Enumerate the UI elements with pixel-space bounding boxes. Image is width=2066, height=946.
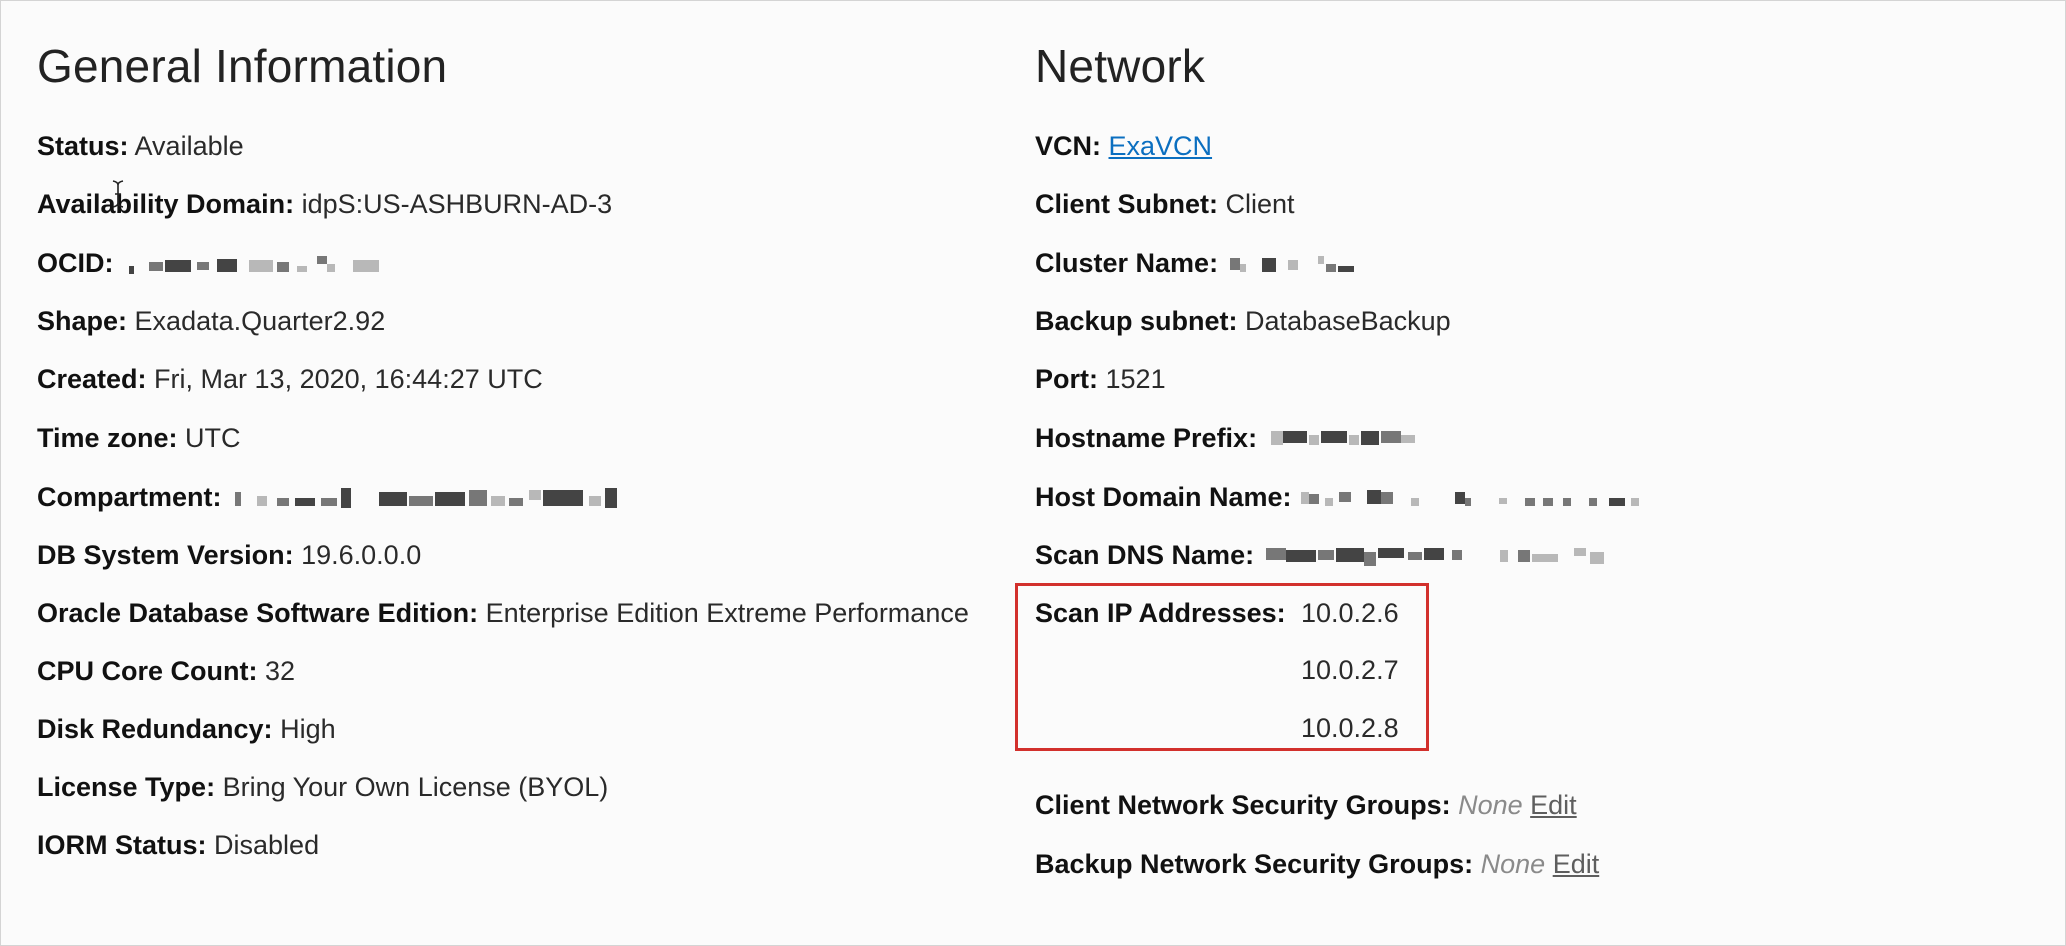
backup-nsg-label: Backup Network Security Groups: (1035, 849, 1474, 879)
iorm-status-label: IORM Status: (37, 830, 207, 860)
software-edition-value: Enterprise Edition Extreme Performance (485, 598, 969, 628)
time-zone-row: Time zone: UTC (37, 421, 241, 455)
scan-dns-name-redacted-value (1262, 546, 1762, 568)
license-type-label: License Type: (37, 772, 216, 802)
software-edition-label: Oracle Database Software Edition: (37, 598, 479, 628)
created-row: Created: Fri, Mar 13, 2020, 16:44:27 UTC (37, 362, 543, 396)
ocid-label: OCID: (37, 248, 114, 278)
iorm-status-value: Disabled (214, 830, 320, 860)
client-subnet-value: Client (1225, 189, 1295, 219)
db-system-version-label: DB System Version: (37, 540, 294, 570)
status-label: Status: (37, 131, 129, 161)
status-row: Status: Available (37, 129, 244, 163)
backup-nsg-row: Backup Network Security Groups: None Edi… (1035, 847, 1599, 881)
client-subnet-label: Client Subnet: (1035, 189, 1218, 219)
disk-redundancy-label: Disk Redundancy: (37, 714, 273, 744)
client-nsg-row: Client Network Security Groups: None Edi… (1035, 788, 1577, 822)
status-value: Available (134, 131, 244, 161)
iorm-status-row: IORM Status: Disabled (37, 828, 319, 862)
time-zone-label: Time zone: (37, 423, 178, 453)
db-system-version-value: 19.6.0.0.0 (301, 540, 422, 570)
host-domain-name-row: Host Domain Name: (1035, 480, 1759, 514)
client-nsg-edit-link[interactable]: Edit (1530, 790, 1577, 820)
compartment-redacted-value (229, 487, 789, 510)
host-domain-name-label: Host Domain Name: (1035, 482, 1292, 512)
hostname-prefix-row: Hostname Prefix: (1035, 421, 1495, 455)
cpu-core-count-value: 32 (265, 656, 296, 686)
db-system-version-row: DB System Version: 19.6.0.0.0 (37, 538, 421, 572)
compartment-row: Compartment: (37, 480, 789, 514)
scan-dns-name-row: Scan DNS Name: (1035, 538, 1762, 572)
vcn-link[interactable]: ExaVCN (1109, 131, 1213, 161)
text-cursor-icon (112, 180, 124, 208)
cluster-name-redacted-value (1226, 254, 1396, 276)
port-row: Port: 1521 (1035, 362, 1166, 396)
details-panel: General Information Status: Available Av… (0, 0, 2066, 946)
availability-domain-label: Availability Domain: (37, 189, 295, 219)
created-value: Fri, Mar 13, 2020, 16:44:27 UTC (154, 364, 543, 394)
backup-subnet-row: Backup subnet: DatabaseBackup (1035, 304, 1451, 338)
port-value: 1521 (1105, 364, 1166, 394)
ocid-redacted-value (121, 254, 421, 276)
hostname-prefix-label: Hostname Prefix: (1035, 423, 1258, 453)
vcn-row: VCN: ExaVCN (1035, 129, 1212, 163)
host-domain-name-redacted-value (1299, 488, 1759, 510)
availability-domain-value: idpS:US-ASHBURN-AD-3 (301, 189, 613, 219)
client-nsg-value: None (1458, 790, 1523, 820)
shape-label: Shape: (37, 306, 128, 336)
disk-redundancy-row: Disk Redundancy: High (37, 712, 336, 746)
cpu-core-count-label: CPU Core Count: (37, 656, 258, 686)
license-type-value: Bring Your Own License (BYOL) (222, 772, 609, 802)
client-subnet-row: Client Subnet: Client (1035, 187, 1295, 221)
backup-nsg-value: None (1480, 849, 1546, 879)
time-zone-value: UTC (185, 423, 241, 453)
license-type-row: License Type: Bring Your Own License (BY… (37, 770, 608, 804)
cpu-core-count-row: CPU Core Count: 32 (37, 654, 295, 688)
cluster-name-row: Cluster Name: (1035, 246, 1396, 280)
cluster-name-label: Cluster Name: (1035, 248, 1219, 278)
scan-dns-name-label: Scan DNS Name: (1035, 540, 1255, 570)
ocid-row: OCID: (37, 246, 421, 280)
scan-ip-highlight-box (1015, 583, 1429, 751)
client-nsg-label: Client Network Security Groups: (1035, 790, 1451, 820)
disk-redundancy-value: High (280, 714, 336, 744)
general-information-heading: General Information (37, 40, 448, 92)
hostname-prefix-redacted-value (1265, 429, 1495, 451)
shape-value: Exadata.Quarter2.92 (134, 306, 386, 336)
created-label: Created: (37, 364, 147, 394)
network-heading: Network (1035, 40, 1206, 92)
software-edition-row: Oracle Database Software Edition: Enterp… (37, 596, 969, 630)
backup-subnet-label: Backup subnet: (1035, 306, 1238, 336)
port-label: Port: (1035, 364, 1098, 394)
shape-row: Shape: Exadata.Quarter2.92 (37, 304, 385, 338)
compartment-label: Compartment: (37, 482, 222, 512)
backup-nsg-edit-link[interactable]: Edit (1553, 849, 1600, 879)
backup-subnet-value: DatabaseBackup (1245, 306, 1451, 336)
vcn-label: VCN: (1035, 131, 1101, 161)
